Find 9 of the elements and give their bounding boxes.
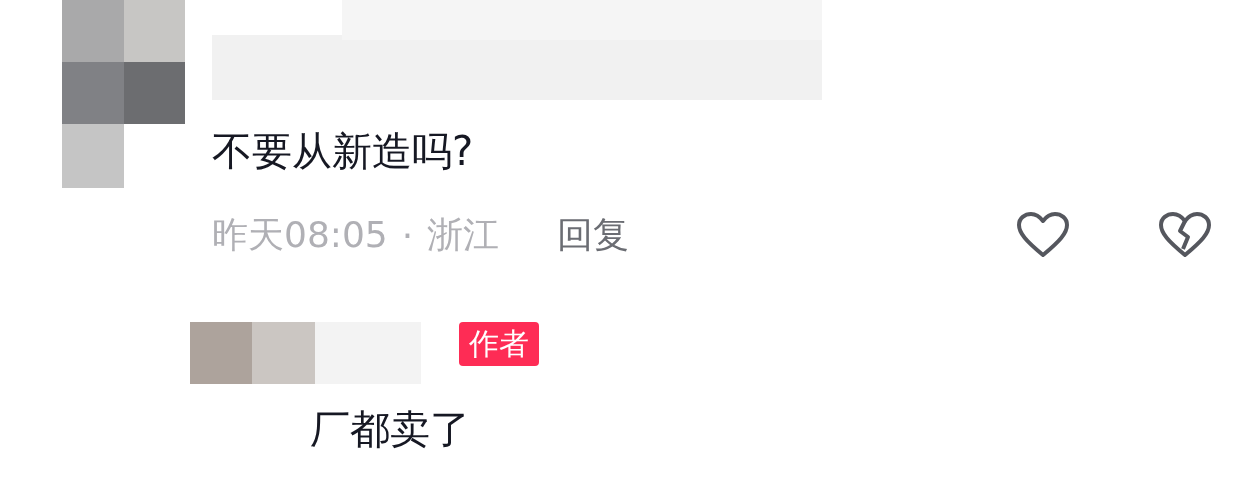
reply-button[interactable]: 回复 — [557, 210, 630, 260]
comment-text: 不要从新造吗? — [212, 127, 475, 176]
comment-time: 昨天08:05 — [212, 212, 388, 257]
comment-location: 浙江 — [427, 212, 500, 257]
separator: · — [401, 214, 414, 256]
like-button[interactable] — [1016, 211, 1070, 259]
reply-text: 厂都卖了 — [310, 405, 471, 454]
author-badge: 作者 — [459, 322, 539, 366]
dislike-button[interactable] — [1158, 211, 1212, 259]
